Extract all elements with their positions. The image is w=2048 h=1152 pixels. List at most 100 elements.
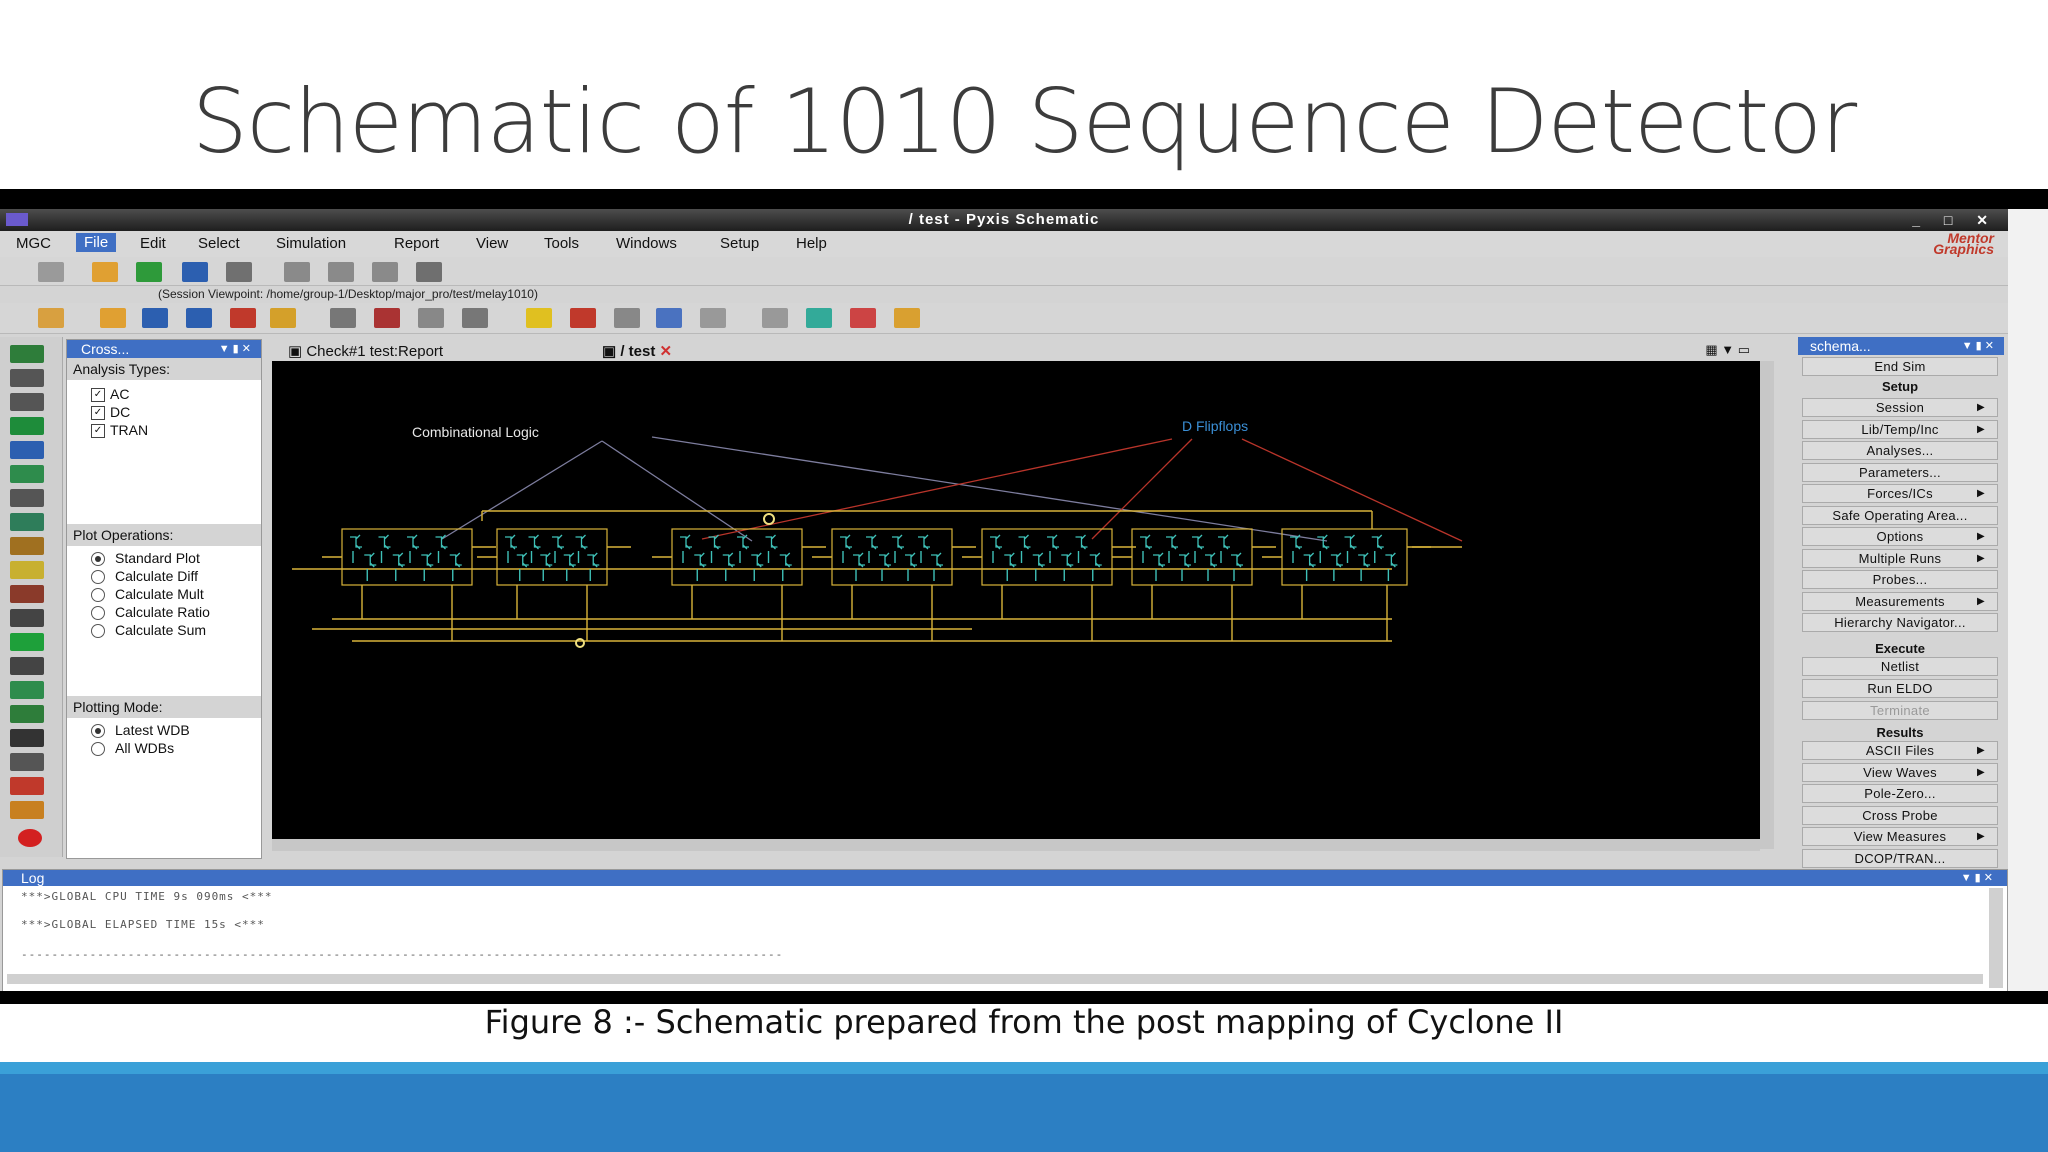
instance-icon[interactable] (418, 308, 444, 328)
f7-icon[interactable] (614, 308, 640, 328)
radio-calculate-sum[interactable]: Calculate Sum (91, 622, 206, 639)
tab-controls[interactable]: ▦ ▼ ▭ (1705, 342, 1750, 358)
netlist-button[interactable]: Netlist (1802, 657, 1998, 676)
tool-icon[interactable] (10, 345, 44, 363)
view-all-icon[interactable] (416, 262, 442, 282)
tool-c-icon[interactable] (850, 308, 876, 328)
menu-windows[interactable]: Windows (616, 235, 677, 252)
setup-forces-ics-button[interactable]: Forces/ICs ▶ (1802, 484, 1998, 503)
tool-icon[interactable] (10, 441, 44, 459)
end-sim-button[interactable]: End Sim (1802, 357, 1998, 376)
tool-icon[interactable] (10, 465, 44, 483)
symbol-icon[interactable] (330, 308, 356, 328)
results-view-waves-button[interactable]: View Waves ▶ (1802, 762, 1998, 782)
results-pole-zero-button[interactable]: Pole-Zero... (1802, 784, 1998, 803)
setup-hierarchy-navigator-button[interactable]: Hierarchy Navigator... (1802, 613, 1998, 632)
zoom-in-icon[interactable] (284, 262, 310, 282)
tool-icon[interactable] (10, 609, 44, 627)
terminate-button[interactable]: Terminate (1802, 701, 1998, 720)
report-icon[interactable] (462, 308, 488, 328)
tool-icon[interactable] (10, 681, 44, 699)
tool-icon[interactable] (10, 393, 44, 411)
save-all-icon[interactable] (186, 308, 212, 328)
setup-safe-operating-area-button[interactable]: Safe Operating Area... (1802, 505, 1998, 525)
tool-a-icon[interactable] (762, 308, 788, 328)
move-icon[interactable] (270, 308, 296, 328)
schematic-icon[interactable] (374, 308, 400, 328)
log-controls[interactable]: ▼ ▮ ✕ (1961, 870, 1993, 886)
radio-calculate-ratio[interactable]: Calculate Ratio (91, 604, 210, 621)
checkbox-ac[interactable]: ✓ AC (91, 386, 129, 403)
panel-controls[interactable]: ▼ ▮ ✕ (219, 340, 251, 358)
tab-test-schematic[interactable]: ▣ / test ✕ (602, 342, 672, 360)
window-controls[interactable]: _ □ ✕ (1912, 209, 1998, 231)
log-horizontal-scrollbar[interactable] (7, 974, 1983, 984)
menu-help[interactable]: Help (796, 235, 827, 252)
log-vertical-scrollbar[interactable] (1989, 888, 2003, 988)
tool-icon[interactable] (10, 777, 44, 795)
tool-icon[interactable] (10, 369, 44, 387)
open-folder-icon[interactable] (92, 262, 118, 282)
play-icon[interactable] (10, 633, 44, 651)
tool-icon[interactable] (10, 729, 44, 747)
setup-measurements-button[interactable]: Measurements ▶ (1802, 591, 1998, 611)
canvas-vertical-scrollbar[interactable] (1760, 361, 1774, 849)
schematic-canvas[interactable]: Combinational Logic D Flipflops (272, 361, 1760, 839)
tool-icon[interactable] (10, 585, 44, 603)
zoom-fit-icon[interactable] (372, 262, 398, 282)
print-icon[interactable] (226, 262, 252, 282)
record-icon[interactable] (18, 829, 42, 847)
menu-edit[interactable]: Edit (140, 235, 166, 252)
tool-d-icon[interactable] (894, 308, 920, 328)
checkbox-dc[interactable]: ✓ DC (91, 404, 130, 421)
tool-icon[interactable] (10, 753, 44, 771)
tab-check-report[interactable]: ▣ Check#1 test:Report (288, 342, 443, 360)
menu-mgc[interactable]: MGC (16, 235, 51, 252)
results-cross-probe-button[interactable]: Cross Probe (1802, 805, 1998, 825)
menu-view[interactable]: View (476, 235, 508, 252)
menu-select[interactable]: Select (198, 235, 240, 252)
menu-file[interactable]: File (76, 233, 117, 252)
tool-b-icon[interactable] (806, 308, 832, 328)
radio-calculate-diff[interactable]: Calculate Diff (91, 568, 198, 585)
results-dcop-tran-button[interactable]: DCOP/TRAN... (1802, 848, 1998, 868)
radio-latest-wdb[interactable]: Latest WDB (91, 722, 190, 739)
setup-options-button[interactable]: Options ▶ (1802, 527, 1998, 546)
canvas-horizontal-scrollbar[interactable] (272, 839, 1760, 851)
menu-report[interactable]: Report (394, 235, 439, 252)
tool-icon[interactable] (10, 561, 44, 579)
open-session-icon[interactable] (38, 262, 64, 282)
setup-analyses-button[interactable]: Analyses... (1802, 441, 1998, 460)
radio-standard-plot[interactable]: Standard Plot (91, 550, 200, 567)
tool-icon[interactable] (10, 705, 44, 723)
tool-icon[interactable] (10, 657, 44, 675)
tool-icon[interactable] (10, 417, 44, 435)
radio-all-wdbs[interactable]: All WDBs (91, 740, 174, 757)
info-icon[interactable] (526, 308, 552, 328)
menu-setup[interactable]: Setup (720, 235, 759, 252)
tool-icon[interactable] (10, 801, 44, 819)
tool-icon[interactable] (10, 489, 44, 507)
delete-icon[interactable] (230, 308, 256, 328)
setup-session-button[interactable]: Session ▶ (1802, 398, 1998, 417)
menu-tools[interactable]: Tools (544, 235, 579, 252)
window-icon[interactable] (656, 308, 682, 328)
radio-calculate-mult[interactable]: Calculate Mult (91, 586, 204, 603)
setup-parameters-button[interactable]: Parameters... (1802, 462, 1998, 482)
run-eldo-button[interactable]: Run ELDO (1802, 679, 1998, 698)
save-icon[interactable] (142, 308, 168, 328)
checkbox-tran[interactable]: ✓ TRAN (91, 422, 148, 439)
open-icon[interactable] (100, 308, 126, 328)
results-ascii-files-button[interactable]: ASCII Files ▶ (1802, 741, 1998, 760)
check-icon[interactable] (136, 262, 162, 282)
results-view-measures-button[interactable]: View Measures ▶ (1802, 827, 1998, 846)
panel-controls[interactable]: ▼ ▮ ✕ (1962, 337, 1994, 355)
stop-icon[interactable] (570, 308, 596, 328)
tool-icon[interactable] (10, 513, 44, 531)
list-icon[interactable] (700, 308, 726, 328)
save-icon[interactable] (182, 262, 208, 282)
setup-multiple-runs-button[interactable]: Multiple Runs ▶ (1802, 548, 1998, 568)
setup-probes-button[interactable]: Probes... (1802, 570, 1998, 589)
tool-icon[interactable] (10, 537, 44, 555)
home-icon[interactable] (38, 308, 64, 328)
